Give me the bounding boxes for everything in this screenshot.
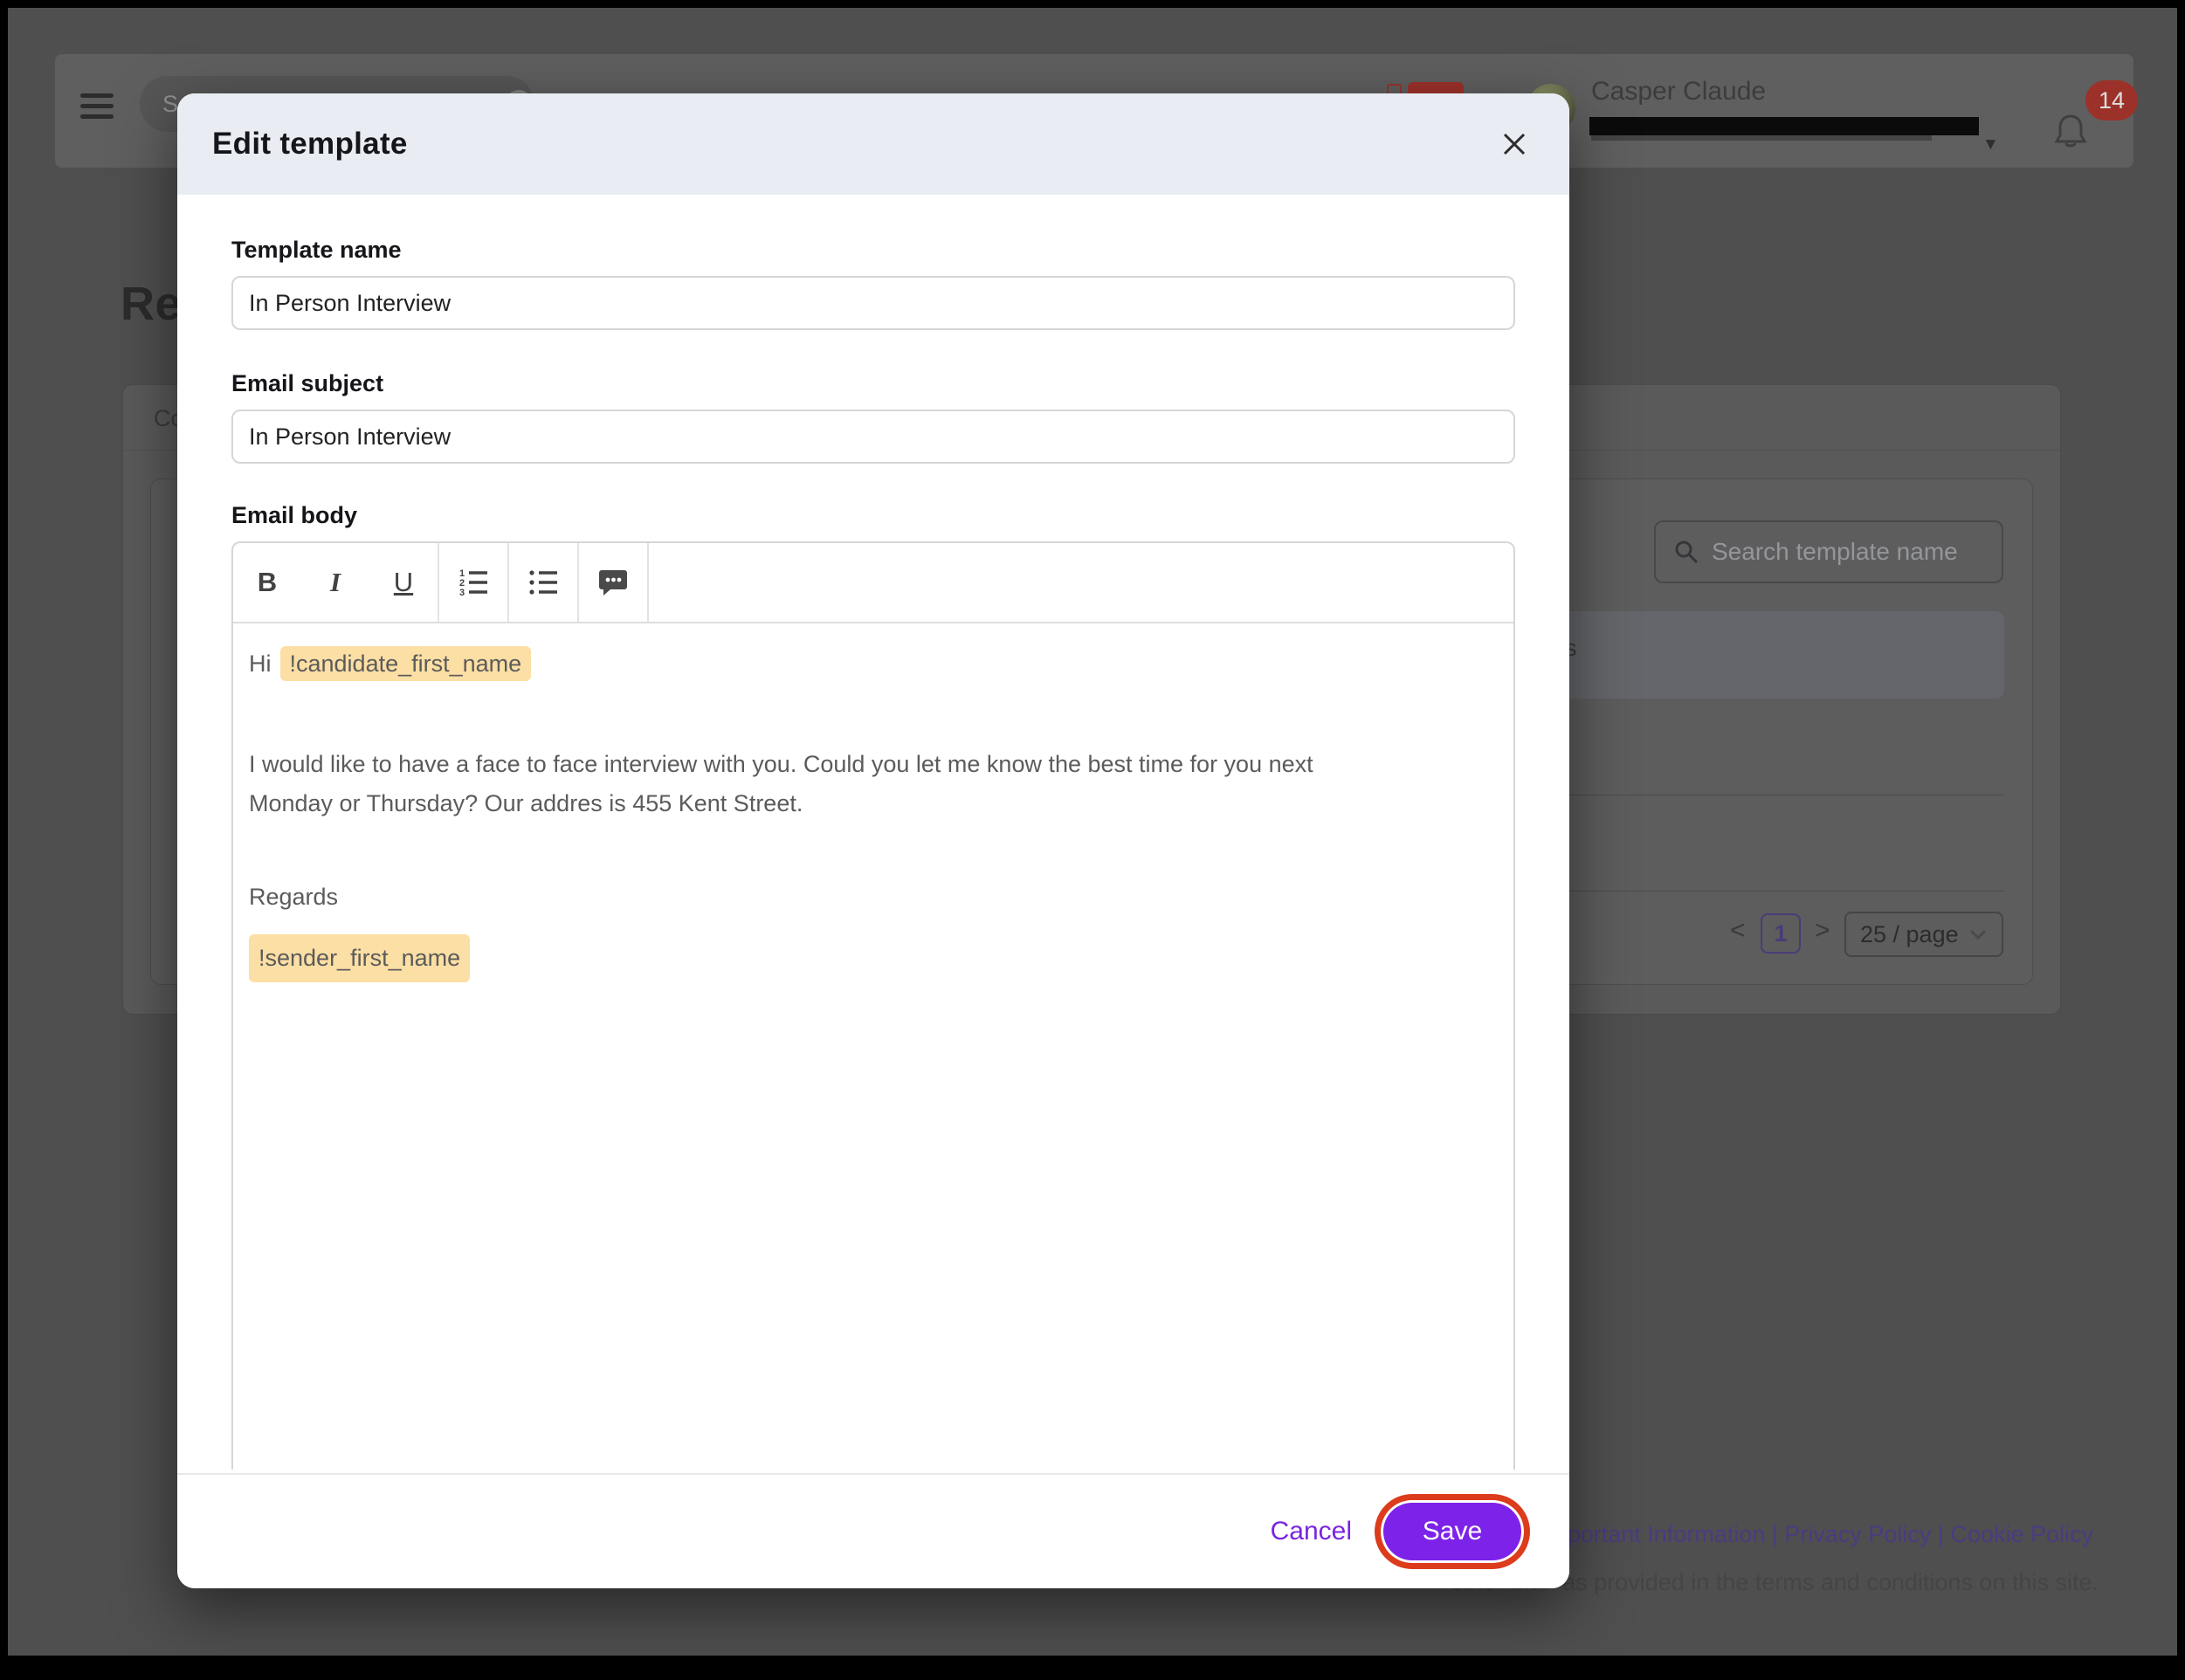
- template-name-label: Template name: [231, 237, 1515, 264]
- save-button[interactable]: Save: [1383, 1503, 1521, 1560]
- greeting-text: Hi: [249, 651, 272, 677]
- ordered-list-button[interactable]: 1 2 3: [439, 543, 507, 622]
- pagination-prev-button[interactable]: <: [1730, 916, 1746, 946]
- modal-header: Edit template: [177, 93, 1569, 195]
- sender-first-name-token[interactable]: !sender_first_name: [249, 934, 470, 982]
- notification-bell-icon[interactable]: [2051, 109, 2091, 155]
- page-size-select[interactable]: 25 / page: [1844, 912, 2003, 957]
- close-button[interactable]: [1500, 130, 1528, 158]
- modal-title: Edit template: [212, 127, 408, 162]
- bold-button[interactable]: B: [233, 543, 301, 622]
- pagination-page-1[interactable]: 1: [1761, 913, 1801, 954]
- close-icon: [1500, 130, 1528, 158]
- editor-toolbar: B I U 1 2 3: [233, 543, 1513, 623]
- template-search-input[interactable]: Search template name: [1654, 520, 2003, 583]
- redacted-email-bar: [1589, 117, 1979, 135]
- insert-variable-button[interactable]: [579, 543, 647, 622]
- email-body-label: Email body: [231, 502, 1515, 529]
- ordered-list-icon: 1 2 3: [458, 567, 489, 598]
- cancel-button[interactable]: Cancel: [1271, 1517, 1352, 1546]
- email-body-editor: B I U 1 2 3: [231, 541, 1515, 1470]
- hamburger-menu-icon[interactable]: [80, 93, 114, 125]
- modal-body: Template name Email subject Email body B…: [177, 237, 1569, 1470]
- modal-footer: Cancel Save: [177, 1473, 1569, 1588]
- candidate-first-name-token[interactable]: !candidate_first_name: [280, 646, 532, 681]
- page-title-fragment: Re: [121, 277, 182, 331]
- chevron-down-icon: [1968, 928, 1988, 940]
- body-paragraph: I would like to have a face to face inte…: [249, 745, 1498, 823]
- unordered-list-button[interactable]: [509, 543, 577, 622]
- underline-button[interactable]: U: [369, 543, 438, 622]
- global-search-fragment: S: [162, 91, 178, 118]
- closing-text: Regards: [249, 878, 1498, 917]
- italic-button[interactable]: I: [301, 543, 369, 622]
- user-name[interactable]: Casper Claude: [1591, 77, 1766, 107]
- comment-bubble-icon: [596, 566, 630, 599]
- notification-count-badge[interactable]: 14: [2085, 80, 2138, 120]
- toolbar-divider: [647, 543, 649, 622]
- template-search-placeholder: Search template name: [1712, 538, 1958, 566]
- search-icon: [1673, 539, 1699, 565]
- edit-template-modal: Edit template Template name Email subjec…: [177, 93, 1569, 1588]
- page-size-value: 25 / page: [1860, 921, 1959, 948]
- email-subject-input[interactable]: [231, 410, 1515, 464]
- user-menu-caret-icon[interactable]: ▼: [1982, 135, 1999, 155]
- email-subject-label: Email subject: [231, 370, 1515, 397]
- template-name-input[interactable]: [231, 276, 1515, 330]
- unordered-list-icon: [527, 567, 559, 598]
- pagination-next-button[interactable]: >: [1815, 916, 1830, 946]
- body-paragraph-line2: Monday or Thursday? Our addres is 455 Ke…: [249, 784, 1498, 823]
- svg-text:3: 3: [459, 588, 465, 598]
- email-body-content[interactable]: Hi !candidate_first_name I would like to …: [233, 623, 1513, 1003]
- redacted-email-remnant: [1591, 135, 1932, 141]
- body-paragraph-line1: I would like to have a face to face inte…: [249, 745, 1498, 784]
